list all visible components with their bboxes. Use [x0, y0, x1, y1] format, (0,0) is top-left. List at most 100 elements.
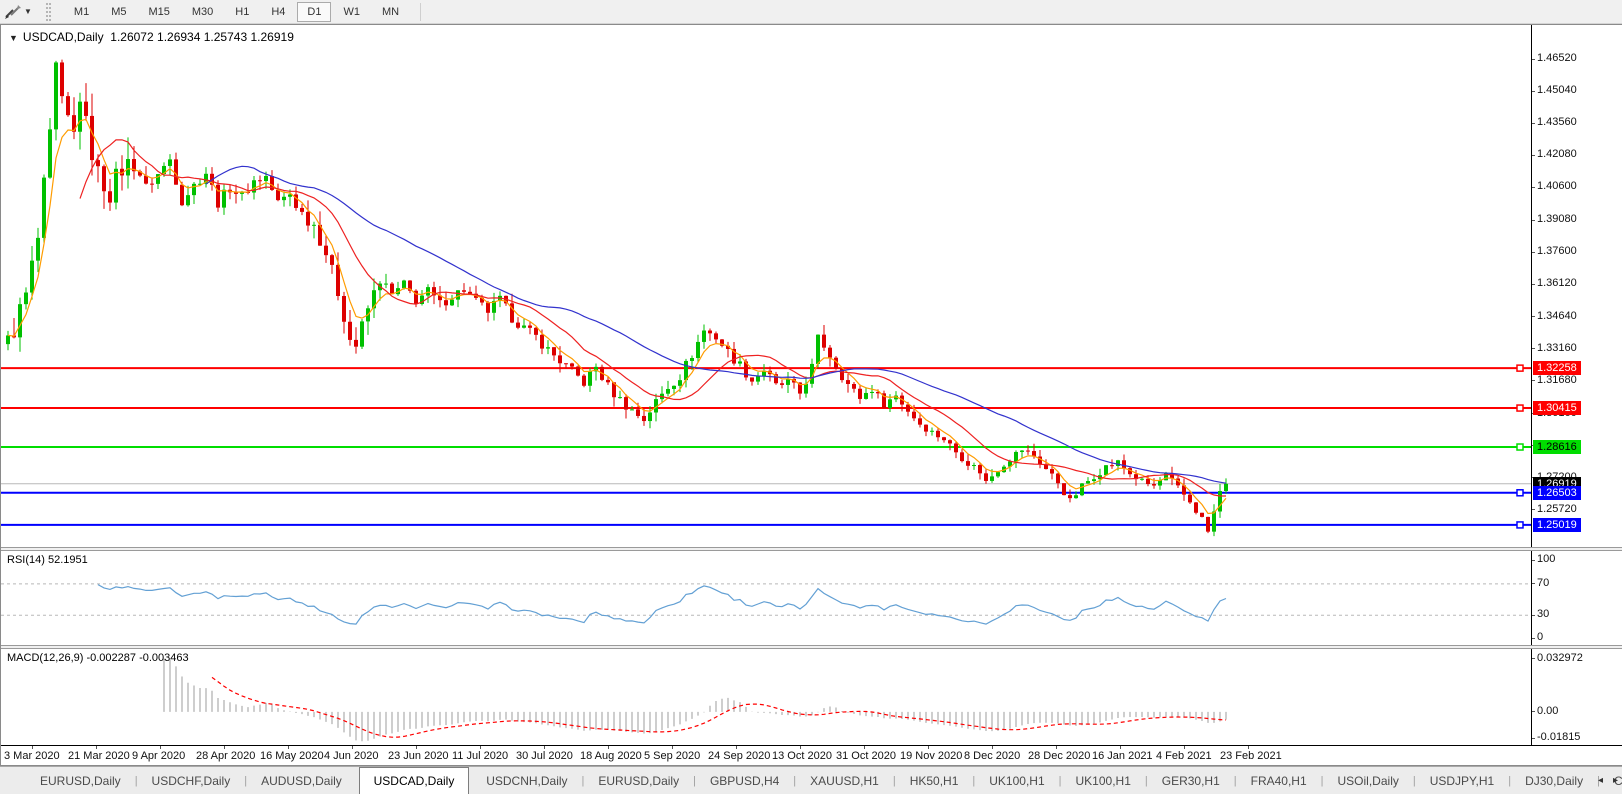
date-axis-label: 8 Dec 2020: [964, 750, 1020, 762]
date-axis-label: 13 Oct 2020: [772, 750, 832, 762]
cursor-tool-dropdown-icon[interactable]: ▼: [24, 7, 32, 16]
axis-tick-mark: [1532, 509, 1535, 510]
chart-tab-eurusd-daily[interactable]: EURUSD,Daily: [584, 769, 693, 794]
date-axis-label: 21 Mar 2020: [68, 750, 130, 762]
cursor-tool-icon[interactable]: [4, 4, 22, 20]
timeframe-button-m5[interactable]: M5: [101, 2, 136, 22]
chart-tab-xauusd-h1[interactable]: XAUUSD,H1: [796, 769, 893, 794]
axis-tick-mark: [1532, 658, 1535, 659]
top-toolbar: ▼ M1M5M15M30H1H4D1W1MN: [0, 0, 1622, 24]
rsi-axis-label: 30: [1537, 608, 1549, 620]
date-tick-mark: [1120, 746, 1121, 749]
axis-tick-mark: [1532, 711, 1535, 712]
axis-tick-mark: [1532, 348, 1535, 349]
hline-price-tag: 1.32258: [1533, 361, 1581, 375]
price-axis: 1.465201.450401.435601.420801.406001.390…: [1531, 25, 1621, 547]
date-tick-mark: [1248, 746, 1249, 749]
price-axis-label: 1.40600: [1537, 180, 1577, 192]
date-axis-label: 16 May 2020: [260, 750, 324, 762]
date-axis-label: 23 Feb 2021: [1220, 750, 1282, 762]
timeframe-button-d1[interactable]: D1: [297, 2, 331, 22]
rsi-label: RSI(14) 52.1951: [7, 554, 88, 566]
tab-scroll-right-icon[interactable]: ▸: [1613, 775, 1618, 786]
ohlc-close: 1.26919: [250, 30, 293, 44]
date-axis-label: 16 Jan 2021: [1092, 750, 1153, 762]
price-axis-label: 1.34640: [1537, 310, 1577, 322]
chart-symbol-label: USDCAD,Daily: [23, 30, 104, 44]
chart-tab-uk100-h1[interactable]: UK100,H1: [1062, 769, 1145, 794]
price-axis-label: 1.36120: [1537, 277, 1577, 289]
chart-tab-uk100-h1[interactable]: UK100,H1: [975, 769, 1058, 794]
macd-label: MACD(12,26,9) -0.002287 -0.003463: [7, 652, 189, 664]
timeframe-button-m30[interactable]: M30: [182, 2, 223, 22]
axis-tick-mark: [1532, 252, 1535, 253]
hline-price-tag: 1.28616: [1533, 440, 1581, 454]
macd-plot: [1, 649, 1531, 745]
macd-indicator-pane[interactable]: 0.0329720.00-0.01815 MACD(12,26,9) -0.00…: [1, 649, 1622, 745]
timeframe-button-m1[interactable]: M1: [64, 2, 99, 22]
rsi-plot: [1, 551, 1531, 645]
date-axis-label: 31 Oct 2020: [836, 750, 896, 762]
chart-tab-bar: EURUSD,Daily|USDCHF,Daily|AUDUSD,Daily|U…: [0, 766, 1622, 794]
date-axis-label: 23 Jun 2020: [388, 750, 449, 762]
chart-tab-dj30-daily[interactable]: DJ30,Daily: [1511, 769, 1597, 794]
date-axis-label: 9 Apr 2020: [132, 750, 185, 762]
axis-tick-mark: [1532, 316, 1535, 317]
date-axis-label: 28 Dec 2020: [1028, 750, 1090, 762]
date-axis-label: 28 Apr 2020: [196, 750, 255, 762]
rsi-indicator-pane[interactable]: 10070300 RSI(14) 52.1951: [1, 551, 1622, 645]
timeframe-button-h4[interactable]: H4: [261, 2, 295, 22]
date-tick-mark: [160, 746, 161, 749]
price-chart-pane[interactable]: 1.465201.450401.435601.420801.406001.390…: [1, 25, 1622, 547]
chart-title-dropdown-icon[interactable]: ▼: [9, 33, 18, 43]
tab-scroll-left-icon[interactable]: ◂: [1598, 775, 1603, 786]
chart-tab-ger30-h1[interactable]: GER30,H1: [1148, 769, 1234, 794]
chart-tab-usdchf-daily[interactable]: USDCHF,Daily: [138, 769, 245, 794]
chart-tab-usdjpy-h1[interactable]: USDJPY,H1: [1416, 769, 1508, 794]
macd-axis-label: 0.00: [1537, 705, 1558, 717]
ohlc-open: 1.26072: [110, 30, 153, 44]
chart-tab-audusd-daily[interactable]: AUDUSD,Daily: [247, 769, 356, 794]
date-tick-mark: [32, 746, 33, 749]
chart-tab-gbpusd-h4[interactable]: GBPUSD,H4: [696, 769, 793, 794]
price-axis-label: 1.25720: [1537, 503, 1577, 515]
candlestick-chart[interactable]: [1, 25, 1531, 547]
chart-tab-usdcad-daily[interactable]: USDCAD,Daily: [359, 767, 470, 794]
chart-window: 1.465201.450401.435601.420801.406001.390…: [0, 24, 1622, 766]
axis-tick-mark: [1532, 59, 1535, 60]
date-tick-mark: [672, 746, 673, 749]
timeframe-button-mn[interactable]: MN: [372, 2, 409, 22]
date-tick-mark: [928, 746, 929, 749]
date-axis-label: 4 Feb 2021: [1156, 750, 1212, 762]
chart-tab-usoil-daily[interactable]: USOil,Daily: [1324, 769, 1413, 794]
date-tick-mark: [864, 746, 865, 749]
date-axis-label: 3 Mar 2020: [4, 750, 60, 762]
rsi-axis: 10070300: [1531, 551, 1621, 645]
axis-tick-mark: [1532, 123, 1535, 124]
axis-tick-mark: [1532, 638, 1535, 639]
date-axis-label: 4 Jun 2020: [324, 750, 378, 762]
rsi-axis-label: 100: [1537, 553, 1555, 565]
chart-tab-hk50-h1[interactable]: HK50,H1: [896, 769, 973, 794]
chart-tab-fra40-h1[interactable]: FRA40,H1: [1237, 769, 1321, 794]
chart-title: ▼USDCAD,Daily 1.26072 1.26934 1.25743 1.…: [9, 30, 294, 44]
timeframe-button-w1[interactable]: W1: [333, 2, 370, 22]
date-tick-mark: [800, 746, 801, 749]
axis-tick-mark: [1532, 615, 1535, 616]
axis-tick-mark: [1532, 220, 1535, 221]
ohlc-high: 1.26934: [157, 30, 200, 44]
date-axis-label: 30 Jul 2020: [516, 750, 573, 762]
date-axis-label: 18 Aug 2020: [580, 750, 642, 762]
timeframe-button-m15[interactable]: M15: [138, 2, 179, 22]
toolbar-grip-handle[interactable]: [46, 3, 51, 21]
price-axis-label: 1.42080: [1537, 148, 1577, 160]
date-tick-mark: [352, 746, 353, 749]
macd-axis: 0.0329720.00-0.01815: [1531, 649, 1621, 745]
axis-tick-mark: [1532, 155, 1535, 156]
date-axis-label: 11 Jul 2020: [452, 750, 508, 762]
axis-tick-mark: [1532, 187, 1535, 188]
chart-tab-usdcnh-daily[interactable]: USDCNH,Daily: [472, 769, 581, 794]
timeframe-button-h1[interactable]: H1: [225, 2, 259, 22]
chart-tab-eurusd-daily[interactable]: EURUSD,Daily: [26, 769, 135, 794]
date-tick-mark: [1184, 746, 1185, 749]
